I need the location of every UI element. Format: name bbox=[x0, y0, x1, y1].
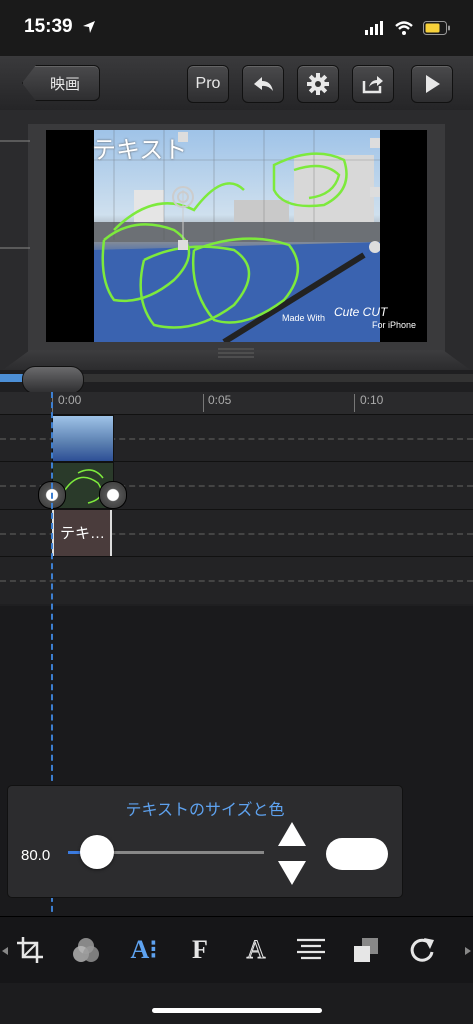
text-style-button[interactable]: A⁝ bbox=[126, 933, 162, 967]
crop-icon bbox=[17, 937, 43, 963]
undo-button[interactable] bbox=[242, 65, 284, 103]
slider-knob[interactable] bbox=[80, 835, 115, 869]
scroll-right-icon bbox=[465, 947, 471, 955]
wifi-icon bbox=[395, 21, 413, 35]
share-button[interactable] bbox=[352, 65, 394, 103]
stage-guide-lines bbox=[0, 140, 30, 249]
font-icon: F bbox=[192, 935, 208, 964]
tick-mark bbox=[203, 394, 204, 412]
stage-grip-icon bbox=[218, 348, 254, 358]
align-icon bbox=[297, 938, 325, 960]
text-clip[interactable]: テキ… bbox=[52, 510, 112, 556]
redo-button[interactable] bbox=[404, 933, 440, 967]
layer-order-icon bbox=[354, 938, 378, 962]
status-indicators bbox=[365, 18, 451, 38]
undo-icon bbox=[254, 77, 273, 91]
scroll-left-icon bbox=[2, 947, 8, 955]
crop-tool-button[interactable] bbox=[12, 933, 48, 967]
color-filter-button[interactable] bbox=[68, 933, 104, 967]
redo-icon bbox=[410, 938, 434, 962]
increase-size-button[interactable] bbox=[278, 822, 306, 846]
status-time: 15:39 bbox=[24, 16, 73, 37]
tick-mark bbox=[354, 394, 355, 412]
timeline-scroll-thumb[interactable] bbox=[22, 366, 84, 394]
settings-button[interactable] bbox=[297, 65, 339, 103]
preview-stage bbox=[0, 110, 473, 372]
text-outline-button[interactable]: A bbox=[238, 933, 274, 967]
text-align-button[interactable] bbox=[293, 933, 329, 967]
watermark-for-iphone: For iPhone bbox=[372, 320, 417, 330]
decrease-size-button[interactable] bbox=[278, 861, 306, 885]
text-size-color-panel: テキストのサイズと色 80.0 bbox=[8, 786, 402, 897]
watermark-logo: Cute CUT bbox=[334, 305, 388, 319]
home-indicator bbox=[152, 1008, 322, 1013]
battery-icon bbox=[423, 21, 450, 35]
tick-label-10: 0:10 bbox=[360, 393, 384, 407]
color-filter-icon bbox=[73, 938, 99, 962]
text-color-swatch[interactable] bbox=[326, 838, 388, 870]
tick-label-0: 0:00 bbox=[58, 393, 82, 407]
video-text-overlay[interactable]: テキスト bbox=[92, 130, 187, 165]
pro-button[interactable]: Pro bbox=[187, 65, 229, 103]
play-icon bbox=[426, 75, 440, 93]
back-to-movie-button[interactable]: 映画 bbox=[22, 65, 100, 101]
font-button[interactable]: F bbox=[182, 933, 218, 967]
text-style-icon: A⁝ bbox=[130, 935, 158, 964]
empty-track bbox=[0, 556, 473, 604]
location-arrow-icon bbox=[83, 21, 95, 33]
text-outline-icon: A bbox=[246, 935, 266, 965]
layer-order-button[interactable] bbox=[348, 933, 384, 967]
play-button[interactable] bbox=[411, 65, 453, 103]
panel-title: テキストのサイズと色 bbox=[125, 802, 285, 819]
share-icon bbox=[362, 76, 383, 94]
cellular-signal-icon bbox=[365, 21, 383, 35]
toolbar: 映画 Pro bbox=[0, 56, 473, 111]
bottom-toolbar: A⁝ F A bbox=[0, 916, 473, 983]
gear-icon bbox=[307, 73, 329, 95]
tick-label-5: 0:05 bbox=[208, 393, 232, 407]
text-size-value: 80.0 bbox=[21, 847, 51, 864]
video-clip[interactable] bbox=[52, 415, 114, 462]
clip-end-handle[interactable] bbox=[99, 481, 127, 509]
watermark-made-with: Made With bbox=[282, 313, 326, 323]
